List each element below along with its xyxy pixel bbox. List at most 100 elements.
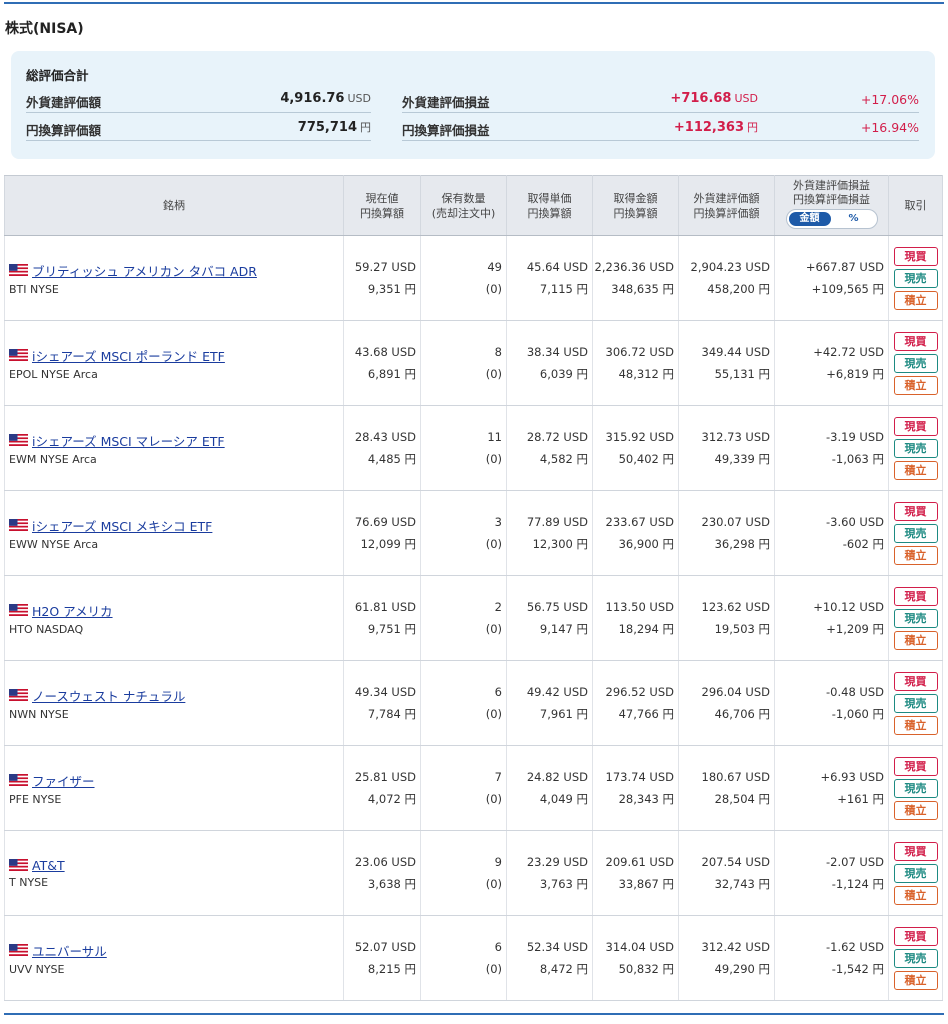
yen-value-amount: 775,714 bbox=[297, 120, 357, 135]
value-cell: 180.67 USD 28,504 円 bbox=[678, 745, 775, 831]
stock-name-link[interactable]: H2O アメリカ bbox=[32, 601, 113, 620]
profit-loss-yen: +6,819 円 bbox=[826, 367, 884, 381]
market-value: 207.54 USD bbox=[701, 855, 770, 869]
us-flag-icon bbox=[9, 349, 28, 361]
accumulate-button[interactable]: 積立 bbox=[893, 630, 938, 650]
qty-cell: 9 (0) bbox=[420, 830, 507, 916]
price-cell: 43.68 USD 6,891 円 bbox=[343, 320, 421, 406]
table-row: iシェアーズ MSCI マレーシア ETF EWM NYSE Arca 28.43 … bbox=[4, 405, 943, 491]
stock-code: BTI NYSE bbox=[9, 282, 59, 296]
sell-button[interactable]: 現売 bbox=[893, 693, 938, 713]
stock-name-link[interactable]: AT&T bbox=[32, 858, 65, 873]
current-price: 76.69 USD bbox=[354, 515, 416, 529]
acquisition-cost-yen: 48,312 円 bbox=[618, 367, 674, 381]
price-cell: 25.81 USD 4,072 円 bbox=[343, 745, 421, 831]
accumulate-button[interactable]: 積立 bbox=[893, 290, 938, 310]
stock-name-link[interactable]: ブリティッシュ アメリカン タバコ ADR bbox=[32, 261, 257, 280]
yen-pl-unit: 円 bbox=[747, 121, 758, 134]
current-price-yen: 8,215 円 bbox=[367, 962, 416, 976]
buy-button[interactable]: 現買 bbox=[893, 246, 938, 266]
stock-name-cell: iシェアーズ MSCI マレーシア ETF EWM NYSE Arca bbox=[4, 405, 344, 491]
value-cell: 230.07 USD 36,298 円 bbox=[678, 490, 775, 576]
stock-name-link[interactable]: iシェアーズ MSCI マレーシア ETF bbox=[32, 431, 225, 450]
current-price-yen: 7,784 円 bbox=[367, 707, 416, 721]
selling-qty: (0) bbox=[485, 877, 502, 891]
market-value-yen: 458,200 円 bbox=[707, 282, 770, 296]
us-flag-icon bbox=[9, 689, 28, 701]
toggle-amount-option[interactable]: 金額 bbox=[788, 211, 831, 226]
toggle-percent-option[interactable]: % bbox=[848, 212, 858, 226]
sell-button[interactable]: 現売 bbox=[893, 353, 938, 373]
unit-cost-yen: 12,300 円 bbox=[532, 537, 588, 551]
summary-title: 総評価合計 bbox=[26, 68, 89, 83]
stock-name-link[interactable]: iシェアーズ MSCI ポーランド ETF bbox=[32, 346, 225, 365]
accumulate-button[interactable]: 積立 bbox=[893, 715, 938, 735]
sell-button[interactable]: 現売 bbox=[893, 863, 938, 883]
yen-pl-pct: +16.94% bbox=[860, 120, 919, 135]
buy-button[interactable]: 現買 bbox=[893, 331, 938, 351]
unit-cost-cell: 24.82 USD 4,049 円 bbox=[506, 745, 593, 831]
stock-name-link[interactable]: ユニバーサル bbox=[32, 941, 107, 960]
value-cell: 207.54 USD 32,743 円 bbox=[678, 830, 775, 916]
unit-cost: 49.42 USD bbox=[526, 685, 588, 699]
accumulate-button[interactable]: 積立 bbox=[893, 970, 938, 990]
price-cell: 28.43 USD 4,485 円 bbox=[343, 405, 421, 491]
selling-qty: (0) bbox=[485, 537, 502, 551]
buy-button[interactable]: 現買 bbox=[893, 416, 938, 436]
acquisition-cost-yen: 50,402 円 bbox=[618, 452, 674, 466]
stock-name-link[interactable]: iシェアーズ MSCI メキシコ ETF bbox=[32, 516, 212, 535]
foreign-value-label: 外貨建評価額 bbox=[26, 95, 102, 110]
selling-qty: (0) bbox=[485, 962, 502, 976]
sell-button[interactable]: 現売 bbox=[893, 608, 938, 628]
cost-cell: 314.04 USD 50,832 円 bbox=[592, 915, 679, 1001]
sell-button[interactable]: 現売 bbox=[893, 438, 938, 458]
stock-name-link[interactable]: ファイザー bbox=[32, 771, 95, 790]
stock-name-link[interactable]: ノースウェスト ナチュラル bbox=[32, 686, 185, 705]
top-divider bbox=[4, 2, 944, 4]
sell-button[interactable]: 現売 bbox=[893, 523, 938, 543]
accumulate-button[interactable]: 積立 bbox=[893, 545, 938, 565]
pl-cell: -2.07 USD -1,124 円 bbox=[774, 830, 889, 916]
buy-button[interactable]: 現買 bbox=[893, 841, 938, 861]
us-flag-icon bbox=[9, 264, 28, 276]
table-header-row: 銘柄 現在値 円換算額 保有数量 (売却注文中) 取得単価 円換算額 取得金額 円換算額… bbox=[4, 175, 943, 236]
current-price: 59.27 USD bbox=[354, 260, 416, 274]
sell-button[interactable]: 現売 bbox=[893, 948, 938, 968]
holding-qty: 2 bbox=[494, 600, 502, 614]
header-price-line2: 円換算額 bbox=[360, 206, 404, 220]
accumulate-button[interactable]: 積立 bbox=[893, 885, 938, 905]
accumulate-button[interactable]: 積立 bbox=[893, 460, 938, 480]
accumulate-button[interactable]: 積立 bbox=[893, 375, 938, 395]
cost-cell: 2,236.36 USD 348,635 円 bbox=[592, 235, 679, 321]
table-row: iシェアーズ MSCI メキシコ ETF EWW NYSE Arca 76.69 U… bbox=[4, 490, 943, 576]
stock-name-cell: AT&T T NYSE bbox=[4, 830, 344, 916]
us-flag-icon bbox=[9, 859, 28, 871]
trade-cell: 現買 現売 積立 bbox=[888, 915, 943, 1001]
table-row: AT&T T NYSE 23.06 USD 3,638 円 9 (0) 23.29 USD 3… bbox=[4, 830, 943, 916]
stock-code: HTO NASDAQ bbox=[9, 622, 84, 636]
buy-button[interactable]: 現買 bbox=[893, 501, 938, 521]
header-price: 現在値 円換算額 bbox=[343, 175, 421, 236]
stock-code: NWN NYSE bbox=[9, 707, 69, 721]
header-name-label: 銘柄 bbox=[163, 199, 185, 212]
buy-button[interactable]: 現買 bbox=[893, 926, 938, 946]
profit-loss: -2.07 USD bbox=[826, 855, 884, 869]
sell-button[interactable]: 現売 bbox=[893, 778, 938, 798]
market-value: 2,904.23 USD bbox=[690, 260, 770, 274]
us-flag-icon bbox=[9, 604, 28, 616]
buy-button[interactable]: 現買 bbox=[893, 671, 938, 691]
market-value-yen: 49,290 円 bbox=[714, 962, 770, 976]
acquisition-cost: 113.50 USD bbox=[605, 600, 674, 614]
buy-button[interactable]: 現買 bbox=[893, 756, 938, 776]
pl-cell: +6.93 USD +161 円 bbox=[774, 745, 889, 831]
accumulate-button[interactable]: 積立 bbox=[893, 800, 938, 820]
pl-display-toggle[interactable]: 金額 % bbox=[785, 208, 878, 229]
buy-button[interactable]: 現買 bbox=[893, 586, 938, 606]
yen-value-label: 円換算評価額 bbox=[26, 123, 102, 138]
sell-button[interactable]: 現売 bbox=[893, 268, 938, 288]
foreign-value: 4,916.76 USD bbox=[280, 91, 371, 106]
profit-loss-yen: +1,209 円 bbox=[826, 622, 884, 636]
pl-cell: -3.19 USD -1,063 円 bbox=[774, 405, 889, 491]
profit-loss-yen: -1,542 円 bbox=[831, 962, 884, 976]
section-title: 株式(NISA) bbox=[5, 21, 84, 37]
